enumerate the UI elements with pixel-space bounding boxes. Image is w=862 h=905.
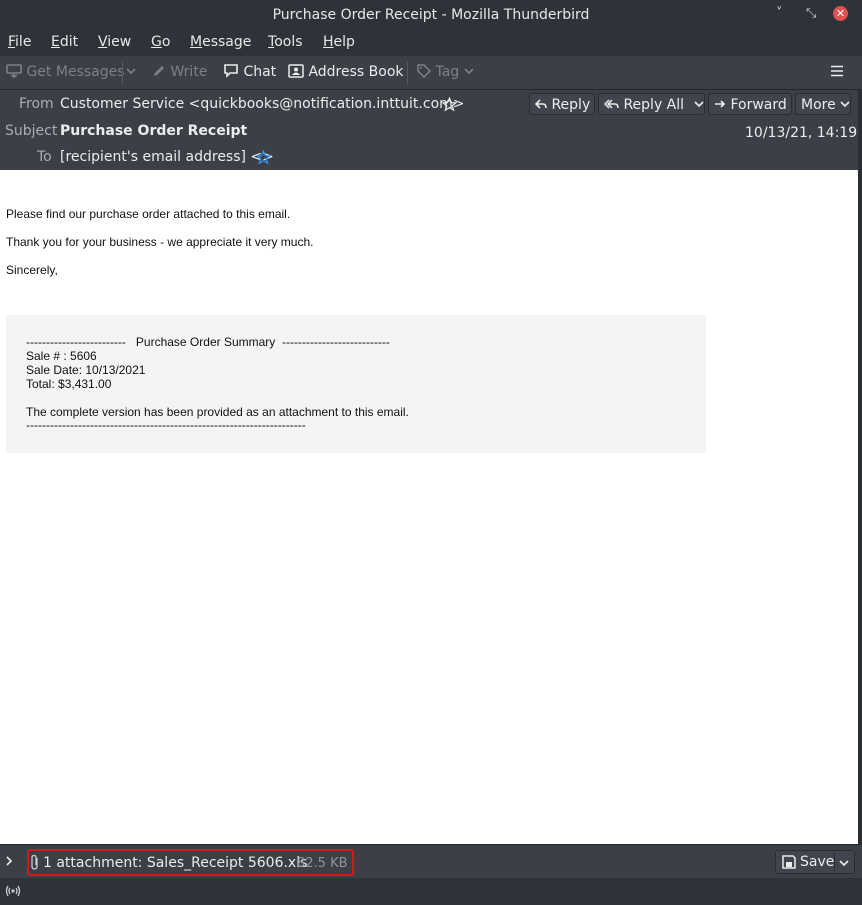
- reply-all-button[interactable]: Reply All: [598, 93, 705, 115]
- subject-label: Subject: [5, 123, 58, 139]
- toolbar-separator: [122, 62, 123, 84]
- purchase-order-summary: ------------------------- Purchase Order…: [6, 315, 706, 453]
- maximize-button[interactable]: ⤡: [806, 6, 816, 21]
- address-book-icon: [288, 64, 304, 78]
- summary-heading: ------------------------- Purchase Order…: [26, 335, 390, 349]
- star-icon[interactable]: [442, 97, 457, 112]
- main-toolbar: Get Messages Write Chat Address Book Tag: [0, 56, 862, 90]
- close-button[interactable]: ✕: [833, 6, 848, 21]
- get-messages-button[interactable]: Get Messages: [6, 64, 125, 80]
- attachment-bar: 1 attachment: Sales_Receipt 5606.xls 82.…: [0, 844, 862, 879]
- message-header: From Customer Service <quickbooks@notifi…: [0, 90, 858, 170]
- menu-file[interactable]: File: [8, 34, 31, 50]
- scrollbar[interactable]: [858, 170, 862, 844]
- title-bar: Purchase Order Receipt - Mozilla Thunder…: [0, 0, 862, 30]
- button-separator: [834, 853, 835, 871]
- write-button[interactable]: Write: [152, 64, 207, 80]
- chat-button[interactable]: Chat: [223, 64, 276, 80]
- get-messages-icon: [6, 64, 22, 78]
- online-status-icon[interactable]: [5, 884, 21, 898]
- expand-attachments-toggle[interactable]: [5, 855, 13, 867]
- chat-icon: [223, 64, 239, 78]
- summary-note: The complete version has been provided a…: [26, 405, 409, 419]
- to-label: To: [37, 149, 52, 165]
- from-address[interactable]: Customer Service <quickbooks@notificatio…: [60, 96, 465, 112]
- toolbar-separator: [407, 62, 408, 84]
- menu-edit[interactable]: Edit: [51, 34, 78, 50]
- hamburger-menu-icon: [830, 65, 844, 77]
- chevron-down-icon: [693, 99, 704, 109]
- save-icon: [782, 855, 796, 869]
- forward-button[interactable]: Forward: [708, 93, 792, 115]
- summary-total: Total: $3,431.00: [26, 377, 112, 391]
- tag-button[interactable]: Tag: [417, 64, 474, 80]
- status-bar: [0, 878, 862, 905]
- forward-icon: [714, 98, 726, 110]
- menu-message[interactable]: Message: [190, 34, 251, 50]
- attachment-highlight[interactable]: 1 attachment: Sales_Receipt 5606.xls 82.…: [27, 849, 354, 876]
- summary-rule: ----------------------------------------…: [26, 418, 306, 432]
- reply-button[interactable]: Reply: [529, 93, 595, 115]
- body-paragraph: Sincerely,: [6, 263, 58, 277]
- chevron-down-icon[interactable]: [839, 858, 849, 868]
- save-label: Save: [800, 854, 835, 870]
- from-label: From: [19, 96, 54, 112]
- tag-icon: [417, 64, 431, 78]
- summary-sale-date: Sale Date: 10/13/2021: [26, 363, 146, 377]
- menu-bar: File Edit View Go Message Tools Help: [0, 30, 862, 56]
- menu-view[interactable]: View: [98, 34, 131, 50]
- summary-sale-number: Sale # : 5606: [26, 349, 97, 363]
- reply-icon: [535, 98, 547, 110]
- subject-value: Purchase Order Receipt: [60, 123, 248, 139]
- star-icon[interactable]: [256, 150, 271, 165]
- address-book-button[interactable]: Address Book: [288, 64, 404, 80]
- message-body: Please find our purchase order attached …: [0, 170, 858, 844]
- paperclip-icon: [29, 854, 41, 871]
- menu-go[interactable]: Go: [151, 34, 170, 50]
- pencil-icon: [152, 64, 166, 78]
- chevron-down-icon: [126, 64, 136, 78]
- more-button[interactable]: More: [795, 93, 851, 115]
- menu-tools[interactable]: Tools: [268, 34, 303, 50]
- attachment-size: 82.5 KB: [297, 856, 348, 871]
- save-attachment-button[interactable]: Save: [775, 850, 855, 874]
- window-title: Purchase Order Receipt - Mozilla Thunder…: [272, 7, 590, 23]
- get-messages-dropdown[interactable]: [126, 64, 136, 78]
- body-paragraph: Thank you for your business - we appreci…: [6, 235, 314, 249]
- chevron-down-icon: [464, 66, 474, 76]
- menu-help[interactable]: Help: [323, 34, 355, 50]
- app-menu-button[interactable]: [830, 65, 844, 77]
- minimize-button[interactable]: ˅: [776, 6, 783, 21]
- message-date: 10/13/21, 14:19: [745, 125, 858, 141]
- body-paragraph: Please find our purchase order attached …: [6, 207, 291, 221]
- attachment-summary[interactable]: 1 attachment: Sales_Receipt 5606.xls: [43, 855, 307, 871]
- chevron-down-icon: [840, 99, 850, 109]
- reply-all-icon: [604, 98, 619, 110]
- to-address[interactable]: [recipient's email address] <>: [60, 149, 274, 165]
